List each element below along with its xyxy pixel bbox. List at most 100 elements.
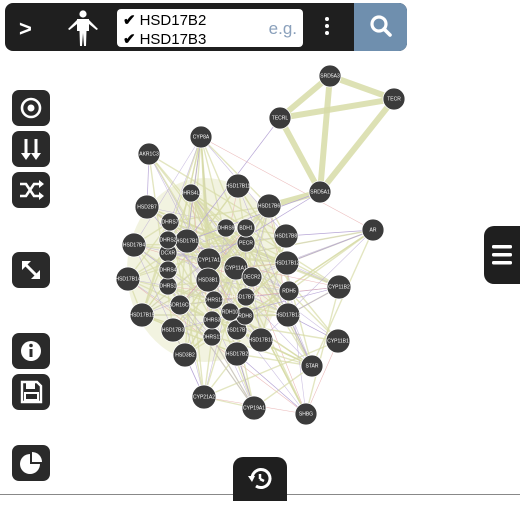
node-label: SDR16C5 bbox=[169, 302, 192, 308]
network-node[interactable]: HSD17B12 bbox=[274, 250, 300, 276]
node-label: SHBG bbox=[299, 411, 313, 417]
network-node[interactable]: DHRS1 bbox=[158, 276, 178, 296]
node-label: DHRS4 bbox=[160, 267, 177, 273]
network-node[interactable]: DHRS2 bbox=[158, 230, 178, 250]
network-node[interactable]: RDH5 bbox=[278, 280, 300, 302]
node-label: DECR2 bbox=[244, 274, 261, 280]
network-node[interactable]: HSD17B11 bbox=[225, 173, 251, 199]
node-label: CYP11B1 bbox=[327, 338, 349, 344]
node-label: DHRS12 bbox=[204, 297, 224, 303]
node-label: RDH8 bbox=[238, 313, 252, 319]
statistics-button[interactable] bbox=[12, 445, 50, 481]
node-label: RDH10 bbox=[222, 309, 239, 315]
network-node[interactable]: HSD17B4 bbox=[121, 232, 147, 258]
network-graph[interactable]: SRD5A3 TECR TECRL SRD5A1 CYP8A AKR1C3 HSD17B11… bbox=[0, 0, 520, 498]
network-node[interactable]: BDH1 bbox=[236, 218, 256, 238]
network-edge bbox=[317, 97, 397, 194]
node-label: AR bbox=[370, 227, 377, 233]
network-node[interactable]: DHRS7 bbox=[160, 212, 180, 232]
network-node[interactable]: HSD17B3 bbox=[160, 317, 186, 343]
resize-icon bbox=[22, 261, 40, 279]
shuffle-button[interactable] bbox=[12, 172, 50, 208]
node-label: SRD5A3 bbox=[320, 73, 340, 79]
node-label: HSD17B15 bbox=[129, 312, 154, 318]
network-node[interactable]: DHRS4 bbox=[158, 260, 178, 280]
resize-button[interactable] bbox=[12, 252, 50, 288]
node-label: DHRS7 bbox=[162, 219, 179, 225]
network-node[interactable]: DECR2 bbox=[241, 266, 263, 288]
save-button[interactable] bbox=[12, 374, 50, 410]
network-node[interactable]: CYP11B2 bbox=[326, 274, 352, 300]
network-node[interactable]: CYP11B1 bbox=[325, 328, 351, 354]
node-label: HSD17B10 bbox=[248, 337, 273, 343]
network-node[interactable]: TECRL bbox=[268, 106, 292, 130]
network-node[interactable]: AKR1C3 bbox=[137, 142, 161, 166]
network-node[interactable]: HSD17B14 bbox=[115, 266, 141, 292]
network-node[interactable]: HSD17B8 bbox=[273, 223, 299, 249]
node-label: DHRS2 bbox=[160, 237, 177, 243]
info-button[interactable] bbox=[12, 333, 50, 369]
node-label: CYP11A1 bbox=[225, 265, 247, 271]
node-label: HSD17B14 bbox=[115, 276, 140, 282]
node-label: HSD17B4 bbox=[123, 242, 145, 248]
side-panel-toggle[interactable] bbox=[484, 226, 520, 284]
target-icon bbox=[20, 97, 42, 119]
node-label: AKR1C3 bbox=[139, 151, 159, 157]
network-node[interactable]: HSD3B1 bbox=[195, 267, 221, 293]
shuffle-icon bbox=[20, 180, 44, 200]
network-node[interactable]: DHRS9 bbox=[216, 218, 236, 238]
network-node[interactable]: SRD5A1 bbox=[308, 180, 332, 204]
pie-chart-icon bbox=[20, 452, 42, 474]
node-label: HSD17B7P2 bbox=[232, 294, 261, 300]
node-label: HSD17B1 bbox=[176, 238, 198, 244]
network-node[interactable]: HSD17B10 bbox=[248, 327, 274, 353]
network-node[interactable]: HSD17B6 bbox=[256, 193, 282, 219]
node-label: PECR bbox=[239, 240, 253, 246]
network-node[interactable]: CYP21A2 bbox=[191, 384, 217, 410]
network-node[interactable]: SHBG bbox=[294, 402, 318, 426]
network-node[interactable]: RDH10 bbox=[220, 302, 240, 322]
network-node[interactable]: HSD17B15 bbox=[129, 302, 155, 328]
network-edge bbox=[277, 116, 323, 194]
node-label: DHRS9 bbox=[218, 225, 235, 231]
network-node[interactable]: CYP19A1 bbox=[241, 395, 267, 421]
node-label: DHRS1 bbox=[160, 283, 177, 289]
node-label: DHRS11 bbox=[202, 334, 222, 340]
network-node[interactable]: AR bbox=[361, 218, 385, 242]
info-icon bbox=[21, 341, 41, 361]
node-label: CYP17A1 bbox=[198, 257, 220, 263]
sort-button[interactable] bbox=[12, 131, 50, 167]
save-icon bbox=[20, 380, 43, 404]
node-label: SRD5A1 bbox=[310, 189, 330, 195]
node-label: RDH5 bbox=[282, 288, 296, 294]
focus-button[interactable] bbox=[12, 90, 50, 126]
node-label: HSD17B11 bbox=[226, 183, 251, 189]
node-label: BDH1 bbox=[239, 225, 253, 231]
node-label: HSD17B6 bbox=[258, 203, 280, 209]
network-node[interactable]: CYP8A bbox=[189, 125, 213, 149]
network-node[interactable]: DHRS3 bbox=[202, 310, 222, 330]
node-label: CYP11B2 bbox=[328, 284, 350, 290]
node-label: HSD17B12 bbox=[274, 260, 299, 266]
node-label: HSD17B13 bbox=[275, 312, 300, 318]
sort-arrows-icon bbox=[21, 139, 41, 160]
network-node[interactable]: STAR bbox=[300, 354, 324, 378]
history-icon bbox=[248, 468, 272, 489]
network-node[interactable]: DHRS11 bbox=[202, 327, 222, 347]
network-node[interactable]: HSD2B7 bbox=[134, 194, 160, 220]
network-node[interactable]: HSD3B2 bbox=[172, 342, 198, 368]
node-label: HSD2B7 bbox=[137, 204, 157, 210]
history-button[interactable] bbox=[233, 457, 287, 501]
network-node[interactable]: SRD5A3 bbox=[318, 64, 342, 88]
network-node[interactable]: TECR bbox=[382, 87, 406, 111]
node-label: DHRS3 bbox=[204, 317, 221, 323]
node-label: HSD3B2 bbox=[175, 352, 195, 358]
node-label: CYP19A1 bbox=[243, 405, 265, 411]
network-node[interactable]: HSD17B1 bbox=[174, 228, 200, 254]
network-node[interactable]: HSD17B13 bbox=[275, 302, 301, 328]
network-node[interactable]: HSD17B2 bbox=[224, 341, 250, 367]
network-edge bbox=[317, 75, 333, 193]
node-label: HSD3B1 bbox=[198, 277, 218, 283]
node-label: DHRS4L2 bbox=[180, 190, 203, 196]
node-label: TECRL bbox=[272, 115, 289, 121]
